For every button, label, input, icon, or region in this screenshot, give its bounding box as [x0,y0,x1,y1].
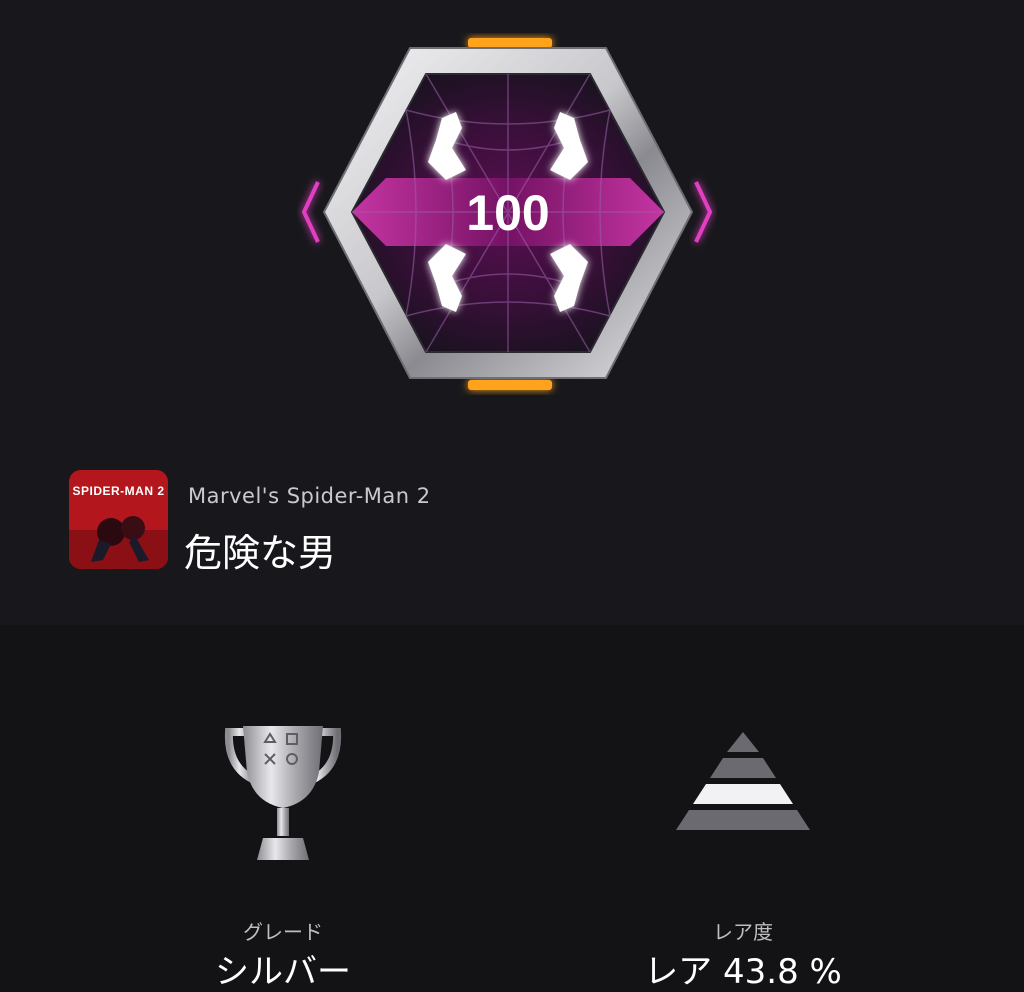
silver-trophy-icon [224,726,342,860]
badge-number: 100 [466,185,549,241]
trophy-name: 危険な男 [184,531,337,575]
rarity-tier-4 [676,810,810,830]
grade-label: グレード [243,920,323,944]
trophy-detail-screen: 100 SPIDER-MAN 2 Marvel's Spider-Man 2 危… [0,0,1024,992]
right-chevron-icon [694,181,713,243]
top-light-bar [468,38,552,48]
trophy-badge-artwork: 100 [301,38,713,390]
game-name: Marvel's Spider-Man 2 [188,484,431,508]
rarity-tier-2 [710,758,776,778]
grade-value: シルバー [215,952,351,992]
rarity-value: レア 43.8 % [644,952,842,992]
trophy-header-section: 100 SPIDER-MAN 2 Marvel's Spider-Man 2 危… [0,0,1024,625]
left-chevron-icon [301,181,320,243]
rarity-pyramid-icon [676,732,810,830]
rarity-tier-1 [727,732,759,752]
bottom-light-bar [468,380,552,390]
game-icon-title: SPIDER-MAN 2 [72,484,165,498]
rarity-stat: レア度 レア 43.8 % [593,720,893,992]
grade-stat: グレード シルバー [133,720,433,992]
rarity-label: レア度 [713,920,773,944]
game-icon[interactable]: SPIDER-MAN 2 [69,470,168,569]
rarity-tier-3 [693,784,793,804]
game-info-row[interactable]: SPIDER-MAN 2 Marvel's Spider-Man 2 危険な男 [69,470,969,575]
